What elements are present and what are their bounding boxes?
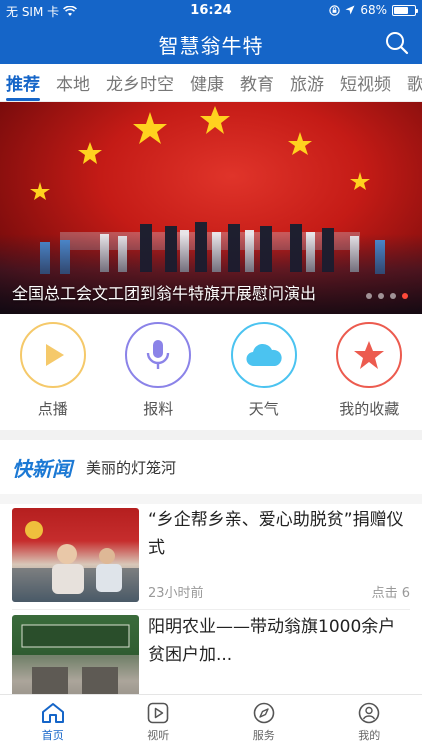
shortcut-favorites-circle (336, 322, 403, 388)
star-icon (354, 341, 385, 369)
shortcut-report-circle (125, 322, 192, 388)
lock-rotation-icon (329, 4, 341, 16)
quick-news-headline[interactable]: 美丽的灯笼河 (86, 457, 176, 478)
bottom-navigation: 首页 视听 服务 我的 (0, 694, 422, 750)
carousel-dot[interactable] (390, 293, 396, 299)
battery-percent: 68% (360, 3, 387, 17)
shortcut-label: 点播 (37, 400, 68, 418)
play-square-icon (147, 702, 169, 724)
carousel-dots (366, 293, 408, 299)
news-thumbnail (12, 508, 139, 602)
shortcut-vod[interactable]: 点播 (3, 322, 103, 428)
home-icon (41, 703, 64, 723)
nav-label: 服务 (252, 729, 275, 742)
tab-travel[interactable]: 旅游 (284, 70, 330, 95)
tab-song[interactable]: 歌 (401, 70, 422, 95)
hero-caption: 全国总工会文工团到翁牛特旗开展慰问演出 (12, 284, 317, 303)
battery-icon (392, 4, 418, 16)
shortcut-label: 我的收藏 (339, 400, 400, 418)
tab-health[interactable]: 健康 (184, 70, 230, 95)
tab-longxiang[interactable]: 龙乡时空 (100, 70, 180, 95)
quick-news-logo: 快新闻 (12, 456, 72, 481)
nav-media[interactable]: 视听 (106, 695, 212, 750)
active-tab-indicator (6, 98, 40, 101)
nav-label: 我的 (358, 729, 381, 742)
top-bar: 无 SIM 卡 16:24 68% 智慧翁牛特 (0, 0, 422, 64)
play-icon (45, 344, 64, 366)
category-tabs: 推荐 本地 龙乡时空 健康 教育 旅游 短视频 歌 (0, 64, 422, 102)
status-bar: 无 SIM 卡 16:24 68% (0, 0, 422, 22)
battery-level (394, 6, 408, 14)
nav-label: 视听 (147, 729, 170, 742)
carousel-dot[interactable] (378, 293, 384, 299)
news-clicks: 点击 6 (371, 586, 410, 601)
shortcut-report[interactable]: 报料 (108, 322, 208, 428)
section-divider (0, 430, 422, 440)
shortcut-weather-circle (230, 322, 297, 388)
news-thumbnail (12, 615, 139, 699)
news-title: “乡企帮乡亲、爱心助脱贫”捐赠仪式 (148, 510, 404, 558)
quick-news: 快新闻 美丽的灯笼河 (0, 440, 422, 494)
carousel-dot-active[interactable] (402, 293, 408, 299)
shortcut-row: 点播 报料 天气 我的收藏 (0, 322, 422, 428)
tab-local[interactable]: 本地 (50, 70, 96, 95)
shortcut-favorites[interactable]: 我的收藏 (319, 322, 419, 428)
shortcut-vod-circle (19, 322, 86, 388)
shortcut-label: 天气 (248, 400, 279, 418)
nav-home[interactable]: 首页 (0, 695, 106, 750)
tab-education[interactable]: 教育 (234, 70, 280, 95)
tab-recommend[interactable]: 推荐 (0, 70, 46, 95)
microphone-icon (147, 340, 170, 369)
news-title: 阳明农业——带动翁旗1000余户贫困户加... (148, 617, 396, 665)
nav-services[interactable]: 服务 (211, 695, 317, 750)
search-button[interactable] (384, 30, 410, 56)
carousel-dot[interactable] (366, 293, 372, 299)
news-time: 23小时前 (148, 586, 204, 601)
news-item[interactable]: 阳明农业——带动翁旗1000余户贫困户加... (12, 611, 410, 699)
cloud-icon (246, 343, 282, 367)
app-title: 智慧翁牛特 (158, 34, 264, 58)
section-divider (0, 494, 422, 504)
nav-mine[interactable]: 我的 (317, 695, 422, 750)
news-meta: 23小时前 点击 6 (148, 582, 410, 601)
user-icon (358, 702, 380, 724)
shortcut-label: 报料 (143, 400, 174, 418)
hero-banner[interactable]: 全国总工会文工团到翁牛特旗开展慰问演出 (0, 102, 422, 314)
nav-label: 首页 (41, 729, 64, 742)
tab-short-video[interactable]: 短视频 (334, 70, 397, 95)
compass-icon (253, 702, 275, 724)
location-arrow-icon (345, 5, 355, 15)
shortcut-weather[interactable]: 天气 (214, 322, 314, 428)
search-icon (386, 32, 409, 55)
news-item[interactable]: “乡企帮乡亲、爱心助脱贫”捐赠仪式 23小时前 点击 6 (12, 504, 410, 610)
